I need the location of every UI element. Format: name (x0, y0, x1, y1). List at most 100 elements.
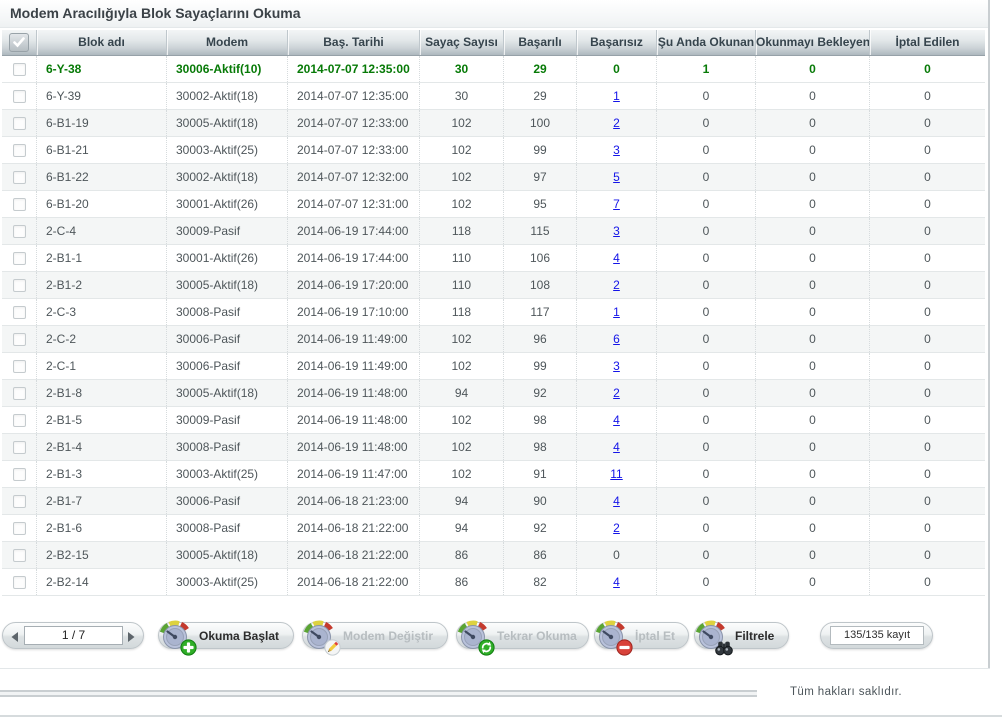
table-row[interactable]: 2-B1-430008-Pasif2014-06-19 11:48:001029… (2, 434, 985, 461)
fail-count-link[interactable]: 3 (613, 359, 620, 373)
col-header-modem[interactable]: Modem (166, 30, 287, 55)
row-checkbox[interactable] (2, 164, 36, 190)
checkbox-icon[interactable] (13, 144, 26, 157)
fail-count-link[interactable]: 3 (613, 143, 620, 157)
table-row[interactable]: 2-C-130006-Pasif2014-06-19 11:49:0010299… (2, 353, 985, 380)
row-checkbox[interactable] (2, 56, 36, 82)
table-row[interactable]: 2-B1-330003-Aktif(25)2014-06-19 11:47:00… (2, 461, 985, 488)
row-checkbox[interactable] (2, 461, 36, 487)
row-checkbox[interactable] (2, 380, 36, 406)
cell-su-anda-okunan: 0 (656, 164, 755, 190)
fail-count-link[interactable]: 4 (613, 494, 620, 508)
checkbox-checked-icon[interactable] (9, 33, 29, 52)
filtrele-button[interactable]: Filtrele (694, 622, 789, 649)
checkbox-icon[interactable] (13, 306, 26, 319)
checkbox-icon[interactable] (13, 198, 26, 211)
row-checkbox[interactable] (2, 137, 36, 163)
table-row[interactable]: 2-B1-530009-Pasif2014-06-19 11:48:001029… (2, 407, 985, 434)
row-checkbox[interactable] (2, 83, 36, 109)
row-checkbox[interactable] (2, 488, 36, 514)
col-header-iptal-edilen[interactable]: İptal Edilen (869, 30, 985, 55)
footer-splitter-grip[interactable] (0, 690, 757, 697)
table-row[interactable]: 2-B1-630008-Pasif2014-06-18 21:22:009492… (2, 515, 985, 542)
row-checkbox[interactable] (2, 434, 36, 460)
cell-blok-adi: 2-B1-1 (36, 245, 166, 271)
checkbox-icon[interactable] (13, 549, 26, 562)
fail-count-link[interactable]: 1 (613, 305, 620, 319)
fail-count-link[interactable]: 1 (613, 89, 620, 103)
select-all-header[interactable] (2, 30, 36, 55)
pager-prev-icon[interactable] (10, 630, 20, 648)
checkbox-icon[interactable] (13, 225, 26, 238)
cell-okunmayi-bekleyen: 0 (755, 353, 869, 379)
checkbox-icon[interactable] (13, 495, 26, 508)
table-row[interactable]: 2-B1-230005-Aktif(18)2014-06-19 17:20:00… (2, 272, 985, 299)
row-checkbox[interactable] (2, 191, 36, 217)
okuma-baslat-button[interactable]: Okuma Başlat (158, 622, 294, 649)
checkbox-icon[interactable] (13, 522, 26, 535)
table-row[interactable]: 6-B1-1930005-Aktif(18)2014-07-07 12:33:0… (2, 110, 985, 137)
col-header-bas-tarihi[interactable]: Baş. Tarihi (287, 30, 419, 55)
row-checkbox[interactable] (2, 299, 36, 325)
fail-count-link[interactable]: 2 (613, 116, 620, 130)
col-header-okunmayi-bekleyen[interactable]: Okunmayı Bekleyen (755, 30, 869, 55)
cell-iptal-edilen: 0 (869, 83, 985, 109)
fail-count-link[interactable]: 2 (613, 521, 620, 535)
table-row[interactable]: 6-B1-2130003-Aktif(25)2014-07-07 12:33:0… (2, 137, 985, 164)
table-row[interactable]: 2-C-430009-Pasif2014-06-19 17:44:0011811… (2, 218, 985, 245)
table-row[interactable]: 2-C-230006-Pasif2014-06-19 11:49:0010296… (2, 326, 985, 353)
table-row[interactable]: 2-B1-830005-Aktif(18)2014-06-19 11:48:00… (2, 380, 985, 407)
row-checkbox[interactable] (2, 407, 36, 433)
fail-count-link[interactable]: 4 (613, 440, 620, 454)
fail-count-link[interactable]: 3 (613, 224, 620, 238)
fail-count-link[interactable]: 4 (613, 251, 620, 265)
checkbox-icon[interactable] (13, 468, 26, 481)
table-row[interactable]: 2-B2-1430003-Aktif(25)2014-06-18 21:22:0… (2, 569, 985, 596)
col-header-blok-adi[interactable]: Blok adı (36, 30, 166, 55)
row-checkbox[interactable] (2, 272, 36, 298)
checkbox-icon[interactable] (13, 279, 26, 292)
col-header-sayac-sayisi[interactable]: Sayaç Sayısı (419, 30, 503, 55)
fail-count-link[interactable]: 2 (613, 278, 620, 292)
table-row[interactable]: 6-B1-2230002-Aktif(18)2014-07-07 12:32:0… (2, 164, 985, 191)
checkbox-icon[interactable] (13, 414, 26, 427)
checkbox-icon[interactable] (13, 117, 26, 130)
row-checkbox[interactable] (2, 353, 36, 379)
checkbox-icon[interactable] (13, 441, 26, 454)
pager-next-icon[interactable] (126, 630, 136, 648)
fail-count-link[interactable]: 7 (613, 197, 620, 211)
checkbox-icon[interactable] (13, 63, 26, 76)
row-checkbox[interactable] (2, 326, 36, 352)
checkbox-icon[interactable] (13, 90, 26, 103)
col-header-su-anda-okunan[interactable]: Şu Anda Okunan (656, 30, 755, 55)
table-row[interactable]: 2-B1-130001-Aktif(26)2014-06-19 17:44:00… (2, 245, 985, 272)
table-row[interactable]: 6-Y-3830006-Aktif(10)2014-07-07 12:35:00… (2, 56, 985, 83)
checkbox-icon[interactable] (13, 360, 26, 373)
fail-count-link[interactable]: 4 (613, 413, 620, 427)
table-row[interactable]: 6-Y-3930002-Aktif(18)2014-07-07 12:35:00… (2, 83, 985, 110)
fail-count-link[interactable]: 2 (613, 386, 620, 400)
row-checkbox[interactable] (2, 542, 36, 568)
table-row[interactable]: 2-C-330008-Pasif2014-06-19 17:10:0011811… (2, 299, 985, 326)
checkbox-icon[interactable] (13, 252, 26, 265)
table-row[interactable]: 6-B1-2030001-Aktif(26)2014-07-07 12:31:0… (2, 191, 985, 218)
row-checkbox[interactable] (2, 569, 36, 595)
fail-count-link[interactable]: 5 (613, 170, 620, 184)
checkbox-icon[interactable] (13, 333, 26, 346)
fail-count-link[interactable]: 4 (613, 575, 620, 589)
cell-modem: 30003-Aktif(25) (166, 569, 287, 595)
fail-count-link[interactable]: 6 (613, 332, 620, 346)
row-checkbox[interactable] (2, 245, 36, 271)
table-row[interactable]: 2-B1-730006-Pasif2014-06-18 21:23:009490… (2, 488, 985, 515)
checkbox-icon[interactable] (13, 576, 26, 589)
col-header-basarili[interactable]: Başarılı (503, 30, 576, 55)
row-checkbox[interactable] (2, 110, 36, 136)
row-checkbox[interactable] (2, 218, 36, 244)
table-row[interactable]: 2-B2-1530005-Aktif(18)2014-06-18 21:22:0… (2, 542, 985, 569)
page-number-input[interactable]: 1 / 7 (24, 626, 123, 645)
checkbox-icon[interactable] (13, 171, 26, 184)
fail-count-link[interactable]: 11 (610, 467, 622, 481)
checkbox-icon[interactable] (13, 387, 26, 400)
row-checkbox[interactable] (2, 515, 36, 541)
col-header-basarisiz[interactable]: Başarısız (576, 30, 656, 55)
